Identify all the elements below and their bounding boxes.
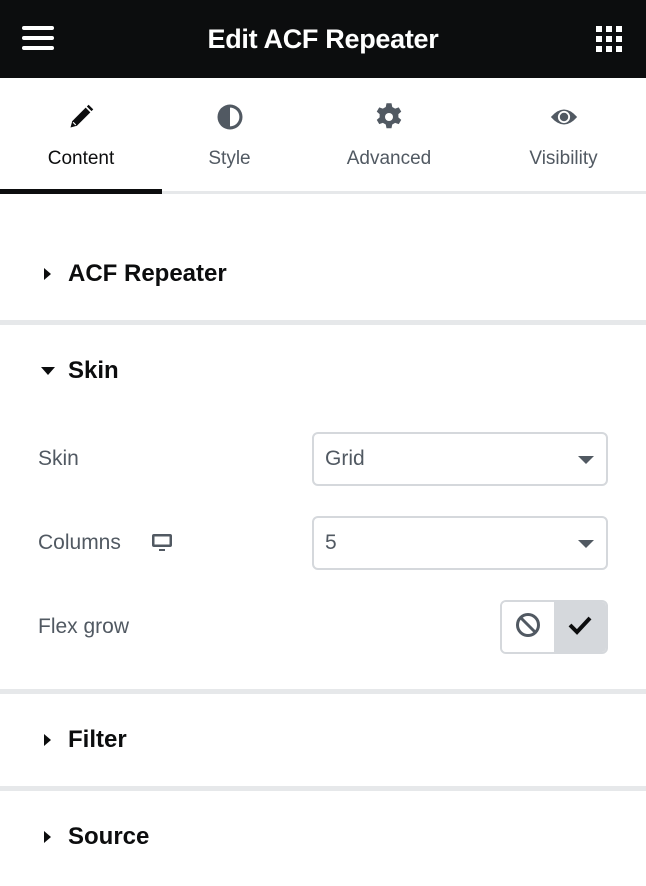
tab-advanced-label: Advanced (346, 148, 432, 169)
top-bar: Edit ACF Repeater (0, 0, 646, 78)
hamburger-icon[interactable] (22, 26, 54, 50)
gear-icon (374, 102, 404, 132)
pencil-icon (66, 102, 96, 132)
flex-grow-choose (500, 600, 608, 654)
skin-label: Skin (38, 447, 79, 470)
columns-label-wrap: Columns (38, 531, 173, 555)
section-acf-repeater: ACF Repeater (0, 228, 646, 325)
tab-content[interactable]: Content (0, 78, 162, 194)
flex-grow-row: Flex grow (38, 585, 608, 669)
skin-select[interactable]: Grid (312, 432, 608, 486)
grid-apps-icon[interactable] (596, 26, 622, 52)
columns-row: Columns 5 (38, 501, 608, 585)
skin-controls: Skin Grid Columns 5 Flex grow (0, 417, 646, 689)
flex-grow-yes-button[interactable] (554, 602, 606, 652)
section-filter: Filter (0, 694, 646, 791)
section-acf-repeater-toggle[interactable]: ACF Repeater (0, 228, 646, 320)
columns-select-value: 5 (325, 531, 337, 554)
half-circle-icon (215, 102, 245, 132)
tab-content-label: Content (47, 148, 115, 169)
columns-select[interactable]: 5 (312, 516, 608, 570)
eye-icon (549, 102, 579, 132)
tab-bar: Content Style Advanced Visibility (0, 78, 646, 194)
caret-right-icon (40, 829, 56, 845)
section-title: Source (68, 823, 150, 850)
chevron-down-icon (578, 531, 594, 555)
tab-visibility[interactable]: Visibility (481, 78, 646, 191)
panel-title: Edit ACF Repeater (207, 23, 439, 54)
skin-select-value: Grid (325, 447, 365, 470)
flex-grow-no-button[interactable] (502, 602, 555, 652)
tab-style-label: Style (208, 148, 251, 169)
section-skin: Skin Skin Grid Columns 5 Flex grow (0, 325, 646, 694)
caret-right-icon (40, 266, 56, 282)
chevron-down-icon (578, 447, 594, 471)
ban-icon (515, 612, 541, 643)
desktop-icon[interactable] (151, 533, 173, 553)
columns-label: Columns (38, 531, 121, 554)
caret-down-icon (40, 363, 56, 379)
section-filter-toggle[interactable]: Filter (0, 694, 646, 786)
section-source-toggle[interactable]: Source (0, 791, 646, 883)
section-title: Filter (68, 726, 127, 753)
tab-visibility-label: Visibility (529, 148, 598, 169)
caret-right-icon (40, 732, 56, 748)
check-icon (567, 615, 593, 640)
section-title: Skin (68, 357, 119, 384)
flex-grow-label: Flex grow (38, 615, 130, 638)
section-source: Source (0, 791, 646, 883)
section-title: ACF Repeater (68, 260, 227, 287)
tab-advanced[interactable]: Advanced (297, 78, 481, 191)
section-skin-toggle[interactable]: Skin (0, 325, 646, 417)
tab-style[interactable]: Style (162, 78, 297, 191)
skin-row: Skin Grid (38, 417, 608, 501)
